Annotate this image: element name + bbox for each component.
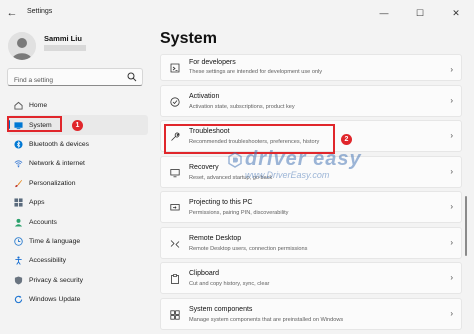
sidebar-item-label: Accessibility [29,257,67,265]
system-highlight-box [7,116,62,132]
user-avatar-icon [8,32,36,60]
apps-icon [14,198,23,207]
card-title: Recovery [189,163,219,171]
card-activation[interactable]: Activation Activation state, subscriptio… [160,84,462,117]
shield-icon [14,276,23,285]
card-description: Remote Desktop users, connection permiss… [189,245,308,252]
back-arrow-icon[interactable]: ← [5,6,19,20]
card-description: Activation state, subscriptions, product… [189,103,295,110]
projector-icon [170,204,180,211]
remote-desktop-icon [170,239,180,248]
components-icon [170,309,180,320]
clipboard-icon [171,274,179,284]
card-for-developers[interactable]: For developers These settings are intend… [160,54,462,81]
sidebar-item-label: Apps [29,199,45,207]
scrollbar-thumb[interactable] [465,196,467,256]
sidebar-item-time-language[interactable]: Time & language [8,232,148,251]
chevron-right-icon: › [450,237,453,247]
sidebar-item-label: Time & language [29,237,81,245]
card-remote-desktop[interactable]: Remote Desktop Remote Desktop users, con… [160,226,462,259]
card-description: Cut and copy history, sync, clear [189,281,270,287]
sidebar-item-personalization[interactable]: Personalization [8,174,148,193]
developer-icon [170,63,180,73]
settings-card-list: For developers These settings are intend… [160,54,462,333]
card-description: These settings are intended for developm… [189,69,323,75]
user-email-redacted [44,45,86,51]
sidebar-item-privacy-security[interactable]: Privacy & security [8,271,148,290]
card-title: For developers [189,59,236,66]
clock-globe-icon [14,237,23,246]
user-name: Sammi Liu [44,34,82,43]
card-title: Clipboard [189,270,219,277]
chevron-right-icon: › [450,166,453,176]
card-description: Permissions, pairing PIN, discoverabilit… [189,210,289,216]
sidebar-item-label: Personalization [29,179,76,187]
app-title: Settings [27,8,53,15]
sidebar-item-label: Network & internet [29,160,85,168]
home-icon [14,101,23,110]
page-title: System [160,30,217,47]
sidebar-item-label: Privacy & security [29,276,84,284]
activation-icon [170,96,180,107]
sidebar-item-accounts[interactable]: Accounts [8,212,148,231]
accessibility-icon [15,256,22,266]
sidebar-item-label: Home [29,102,48,110]
sidebar-nav: Home System Bluetooth & devices Network … [7,96,148,309]
watermark-url: www.DriverEasy.com [245,170,330,180]
maximize-button[interactable]: ☐ [402,0,438,26]
sidebar-item-label: Accounts [29,218,57,226]
search-box[interactable] [7,68,143,89]
sidebar-item-bluetooth[interactable]: Bluetooth & devices [8,135,148,154]
driver-easy-logo-icon [228,152,242,168]
watermark-name: driver easy [245,148,362,170]
card-title: Remote Desktop [189,234,242,242]
card-description: Manage system components that are preins… [189,316,344,323]
card-title: Activation [189,92,220,100]
window-controls: — ☐ ✕ [366,0,474,26]
search-input[interactable] [8,72,126,89]
scrollbar[interactable] [465,56,468,330]
accounts-icon [14,218,23,227]
step-1-badge: 1 [72,120,83,131]
card-system-components[interactable]: System components Manage system componen… [160,297,462,330]
chevron-right-icon: › [450,95,453,105]
network-icon [14,160,23,168]
chevron-right-icon: › [450,273,453,282]
card-title: System components [189,305,253,313]
sidebar-item-network[interactable]: Network & internet [8,154,148,173]
title-bar: ← Settings — ☐ ✕ [0,0,474,26]
card-projecting[interactable]: Projecting to this PC Permissions, pairi… [160,191,462,223]
brush-icon [15,179,23,187]
card-clipboard[interactable]: Clipboard Cut and copy history, sync, cl… [160,262,462,294]
update-icon [14,295,23,304]
sidebar-item-apps[interactable]: Apps [8,193,148,212]
chevron-right-icon: › [450,308,453,318]
sidebar-item-home[interactable]: Home [8,96,148,115]
recovery-icon [170,168,180,177]
sidebar-item-accessibility[interactable]: Accessibility [8,251,148,270]
minimize-button[interactable]: — [366,0,402,26]
close-button[interactable]: ✕ [438,0,474,26]
search-icon[interactable] [127,72,137,82]
chevron-right-icon: › [450,65,453,74]
sidebar-item-label: Bluetooth & devices [29,140,90,148]
step-2-badge: 2 [341,134,352,145]
chevron-right-icon: › [450,202,453,211]
card-title: Projecting to this PC [189,199,253,206]
chevron-right-icon: › [450,131,453,140]
sidebar-item-windows-update[interactable]: Windows Update [8,290,148,309]
bluetooth-icon [14,140,23,149]
avatar[interactable] [8,32,36,60]
sidebar-item-label: Windows Update [29,296,81,304]
